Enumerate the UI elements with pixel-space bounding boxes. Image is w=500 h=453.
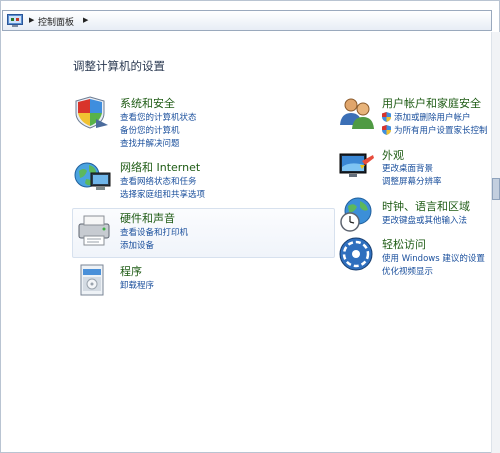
clock-language-region-icon [340, 197, 372, 232]
breadcrumb-control-panel[interactable]: 控制面板 [38, 15, 74, 28]
user-accounts-icon [340, 98, 374, 129]
ease-of-access-icon [339, 237, 373, 271]
link-devices-printers[interactable]: 查看设备和打印机 [120, 226, 188, 238]
link-find-fix-problems[interactable]: 查找并解决问题 [120, 137, 180, 149]
link-view-network-status[interactable]: 查看网络状态和任务 [120, 175, 197, 187]
address-bar[interactable]: ▶ 控制面板 ▶ [2, 10, 492, 31]
link-add-remove-accounts[interactable]: 添加或删除用户帐户 [394, 111, 471, 123]
category-clock-language-region[interactable]: 时钟、语言和区域 更改键盘或其他输入法 [338, 196, 492, 234]
category-user-accounts[interactable]: 用户帐户和家庭安全 添加或删除用户帐户 为所有用户设置家长控制 [338, 93, 492, 137]
link-adjust-resolution[interactable]: 调整屏幕分辨率 [382, 175, 442, 187]
uac-shield-icon [382, 125, 391, 135]
network-internet-icon [74, 162, 111, 190]
category-system-security[interactable]: 系统和安全 查看您的计算机状态 备份您的计算机 查找并解决问题 [72, 93, 334, 149]
link-backup-computer[interactable]: 备份您的计算机 [120, 124, 180, 136]
link-homegroup-sharing[interactable]: 选择家庭组和共享选项 [120, 188, 205, 200]
programs-icon [80, 264, 104, 296]
uac-shield-icon [382, 112, 391, 122]
breadcrumb-arrow-icon[interactable]: ▶ [83, 16, 88, 24]
hardware-sound-icon [78, 215, 110, 246]
category-network-internet[interactable]: 网络和 Internet 查看网络状态和任务 选择家庭组和共享选项 [72, 157, 334, 201]
category-hardware-sound[interactable]: 硬件和声音 查看设备和打印机 添加设备 [72, 208, 335, 258]
category-title[interactable]: 网络和 Internet [120, 159, 200, 175]
link-optimize-display[interactable]: 优化视频显示 [382, 265, 433, 277]
control-panel-icon [7, 14, 23, 27]
link-parental-controls[interactable]: 为所有用户设置家长控制 [394, 124, 488, 136]
appearance-icon [339, 153, 374, 177]
category-programs[interactable]: 程序 卸载程序 [72, 262, 334, 300]
link-uninstall-program[interactable]: 卸载程序 [120, 279, 154, 291]
category-appearance[interactable]: 外观 更改桌面背景 调整屏幕分辨率 [338, 145, 492, 189]
category-title[interactable]: 外观 [382, 147, 404, 163]
link-change-input-methods[interactable]: 更改键盘或其他输入法 [382, 214, 467, 226]
system-security-icon [75, 96, 108, 129]
category-title[interactable]: 硬件和声音 [120, 210, 175, 226]
link-windows-recommended-settings[interactable]: 使用 Windows 建议的设置 [382, 252, 485, 264]
category-title[interactable]: 系统和安全 [120, 95, 175, 111]
category-title[interactable]: 轻松访问 [382, 236, 426, 252]
link-add-device[interactable]: 添加设备 [120, 239, 154, 251]
link-view-computer-status[interactable]: 查看您的计算机状态 [120, 111, 197, 123]
breadcrumb-arrow-icon[interactable]: ▶ [29, 16, 34, 24]
link-change-desktop-background[interactable]: 更改桌面背景 [382, 162, 433, 174]
category-ease-of-access[interactable]: 轻松访问 使用 Windows 建议的设置 优化视频显示 [338, 234, 492, 278]
category-title[interactable]: 用户帐户和家庭安全 [382, 95, 481, 111]
category-title[interactable]: 时钟、语言和区域 [382, 198, 470, 214]
page-title: 调整计算机的设置 [73, 59, 165, 73]
vertical-scrollbar[interactable] [491, 32, 500, 453]
category-title[interactable]: 程序 [120, 263, 142, 279]
scrollbar-thumb[interactable] [492, 178, 500, 200]
